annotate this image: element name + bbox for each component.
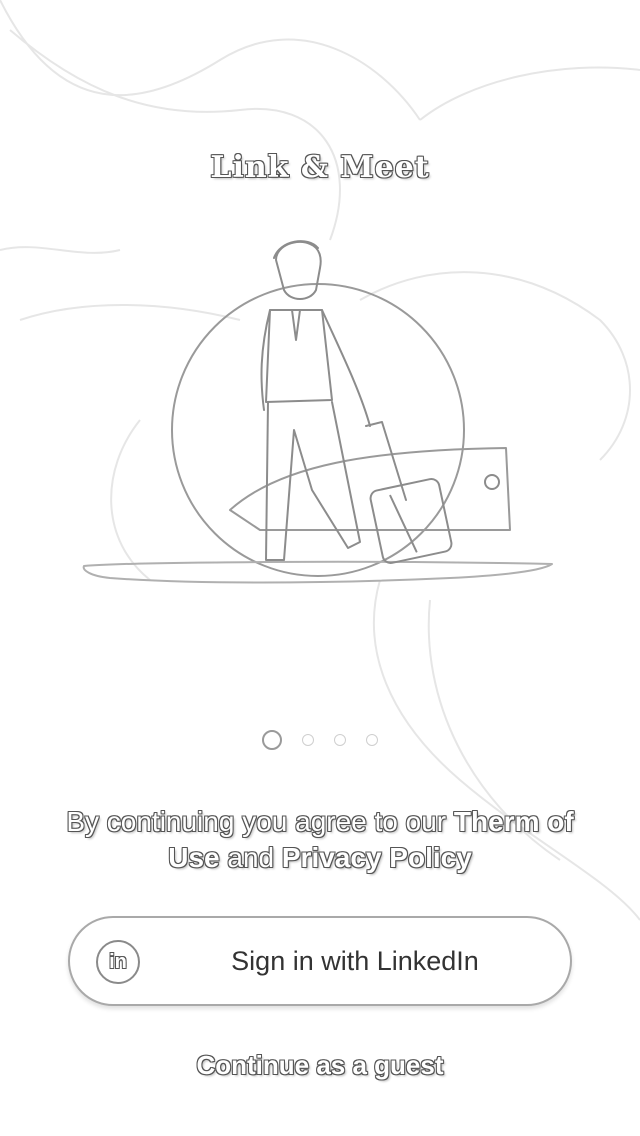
linkedin-icon-text: in — [109, 950, 127, 973]
continue-as-guest-link[interactable]: Continue as a guest — [0, 1050, 640, 1081]
onboarding-screen: Link & Meet By continuing you agree to o… — [0, 0, 640, 1136]
terms-prefix: By continuing you agree to our — [66, 806, 454, 837]
terms-middle: and — [219, 842, 282, 873]
traveler-illustration — [82, 240, 553, 584]
linkedin-signin-button[interactable]: in Sign in with LinkedIn — [68, 916, 572, 1006]
page-dot[interactable] — [366, 734, 378, 746]
linkedin-button-label: Sign in with LinkedIn — [231, 945, 479, 976]
page-dot[interactable] — [302, 734, 314, 746]
page-indicator — [0, 728, 640, 752]
terms-notice: By continuing you agree to our Therm of … — [40, 804, 600, 876]
page-dot-active[interactable] — [262, 730, 282, 750]
app-title: Link & Meet — [210, 150, 430, 185]
linkedin-icon: in — [96, 940, 140, 984]
privacy-policy-link[interactable]: Privacy Policy — [282, 842, 472, 873]
page-dot[interactable] — [334, 734, 346, 746]
